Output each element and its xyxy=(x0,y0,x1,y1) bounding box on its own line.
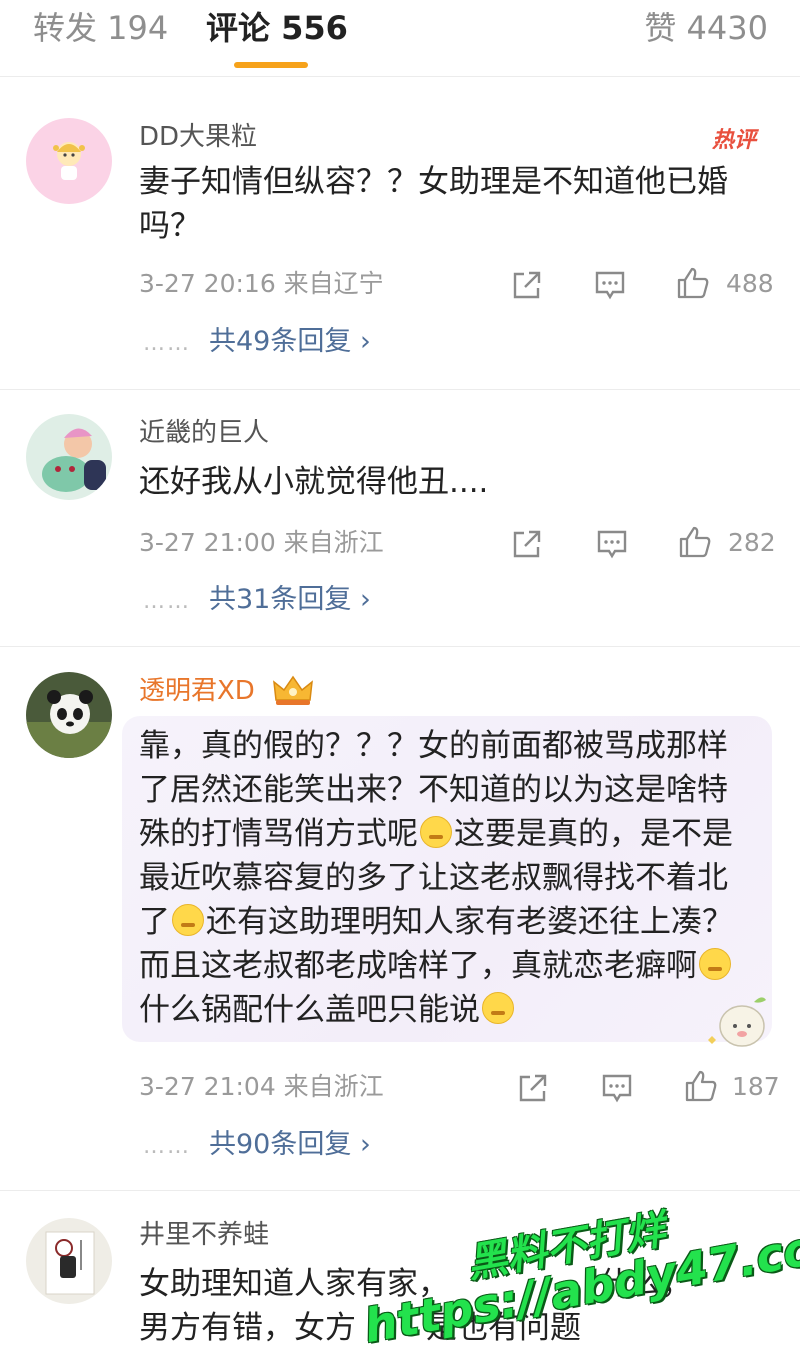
like-icon[interactable] xyxy=(678,525,712,559)
comment-text-part: 男方有错，女方 xyxy=(139,1310,356,1346)
grin-emoji-icon xyxy=(172,904,204,936)
panda-avatar[interactable] xyxy=(26,672,112,758)
like-count: 282 xyxy=(728,528,776,557)
active-tab-indicator xyxy=(234,62,308,68)
username[interactable]: DD大果粒 xyxy=(139,120,257,154)
comment-meta: 3-27 21:00 来自浙江 xyxy=(139,528,384,557)
replies-label: 共90条回复 › xyxy=(209,1129,371,1160)
username[interactable]: 近畿的巨人 xyxy=(139,416,269,450)
comment-meta: 3-27 21:04 来自浙江 xyxy=(139,1072,384,1101)
comment-icon[interactable] xyxy=(600,1071,634,1105)
comment-tabs: 转发 194 评论 556 赞 4430 xyxy=(0,0,800,77)
username[interactable]: 井里不养蛙 xyxy=(139,1218,269,1252)
view-replies-link[interactable]: …… 共49条回复 › xyxy=(143,324,371,362)
share-icon[interactable] xyxy=(510,527,544,561)
comment-divider xyxy=(0,389,800,390)
comment-text: 妻子知情但纵容？？女助理是不知道他已婚吗？ xyxy=(139,164,728,244)
tab-forward[interactable]: 转发 194 xyxy=(33,6,168,50)
like-icon[interactable] xyxy=(676,266,710,300)
comment-text: 靠，真的假的？？？女的前面都被骂成那样了居然还能笑出来？不知道的以为这是啥特殊的… xyxy=(139,724,749,1032)
share-icon[interactable] xyxy=(510,268,544,302)
hot-comment-badge: 热评 xyxy=(712,128,757,153)
comment-text: 还好我从小就觉得他丑.... xyxy=(139,464,489,500)
view-replies-link[interactable]: …… 共90条回复 › xyxy=(143,1127,371,1165)
tab-comments[interactable]: 评论 556 xyxy=(206,6,348,50)
sweat-emoji-icon xyxy=(482,992,514,1024)
comment-meta: 3-27 20:16 来自辽宁 xyxy=(139,269,384,298)
comment-text-part: 还有这助理明知人家有老婆还往上凑？而且这老叔都老成啥样了，真就恋老癖啊 xyxy=(139,904,733,984)
product-photo-avatar[interactable] xyxy=(26,1218,112,1304)
grin-emoji-icon xyxy=(699,948,731,980)
like-count: 488 xyxy=(726,269,774,298)
replies-label: 共31条回复 › xyxy=(209,584,371,615)
pokemon-hug-avatar[interactable] xyxy=(26,414,112,500)
tab-likes[interactable]: 赞 4430 xyxy=(644,6,768,50)
reply-dots: …… xyxy=(143,1134,191,1159)
replies-label: 共49条回复 › xyxy=(209,326,371,357)
comment-icon[interactable] xyxy=(593,268,627,302)
comment-divider xyxy=(0,646,800,647)
view-replies-link[interactable]: …… 共31条回复 › xyxy=(143,582,371,620)
cartoon-girl-avatar[interactable] xyxy=(26,118,112,204)
vip-crown-icon xyxy=(273,675,313,705)
bubble-sticker-icon xyxy=(708,997,766,1047)
comment-text-part: 什么锅配什么盖吧只能说 xyxy=(139,992,480,1028)
like-icon[interactable] xyxy=(684,1069,718,1103)
reply-dots: …… xyxy=(143,331,191,356)
grin-emoji-icon xyxy=(420,816,452,848)
comment-divider xyxy=(0,1190,800,1191)
username[interactable]: 透明君XD xyxy=(139,674,255,708)
reply-dots: …… xyxy=(143,589,191,614)
comment-icon[interactable] xyxy=(595,527,629,561)
like-count: 187 xyxy=(732,1072,780,1101)
share-icon[interactable] xyxy=(516,1071,550,1105)
